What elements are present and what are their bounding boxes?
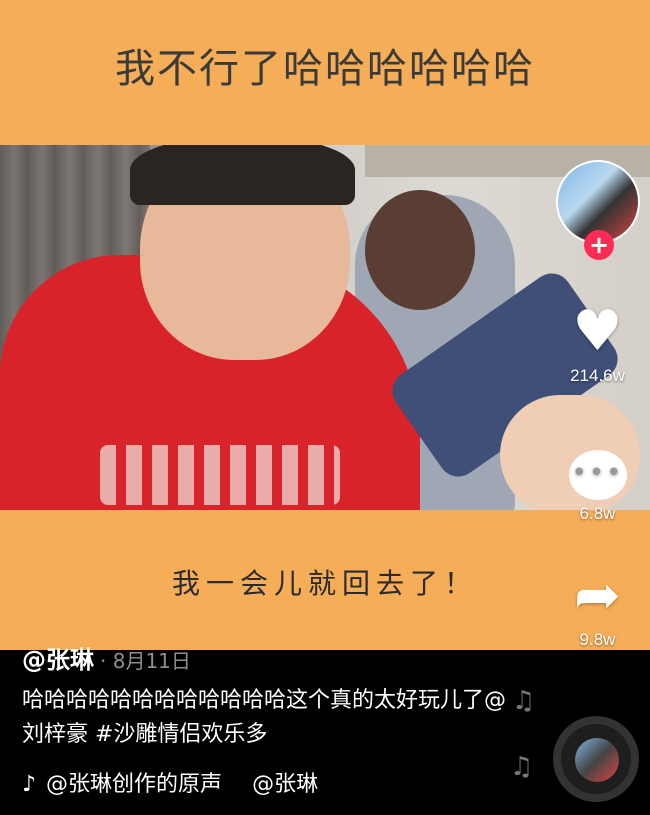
like-action[interactable]: ♥ 214.6w xyxy=(560,302,635,386)
author-line[interactable]: @张琳 · 8月11日 xyxy=(22,640,191,675)
follow-button[interactable]: + xyxy=(584,230,614,260)
like-count: 214.6w xyxy=(570,366,625,385)
share-count: 9.8w xyxy=(579,630,616,649)
video-description[interactable]: 哈哈哈哈哈哈哈哈哈哈哈哈这个真的太好玩儿了@刘梓豪 #沙雕情侣欢乐多 xyxy=(22,684,522,752)
post-date: · 8月11日 xyxy=(100,649,191,673)
music-row[interactable]: ♪ @张琳创作的原声 @张琳 xyxy=(22,766,362,798)
music-title[interactable]: @张琳创作的原声 xyxy=(46,772,222,797)
disc-cover xyxy=(575,738,619,782)
author-name[interactable]: @张琳 xyxy=(22,646,94,674)
music-disc[interactable] xyxy=(553,716,639,802)
bottom-caption: 我一会儿就回去了！ xyxy=(171,567,478,600)
shirt-print xyxy=(100,445,340,505)
comment-icon[interactable]: ••• xyxy=(560,433,635,500)
comment-bubble-icon: ••• xyxy=(568,450,627,500)
heart-icon[interactable]: ♥ xyxy=(560,302,635,362)
video-screen[interactable]: 我不行了哈哈哈哈哈哈 我一会儿就回去了！ + ♥ 214.6w ••• 6.8w… xyxy=(0,0,650,815)
music-note-icon: ♪ xyxy=(22,772,37,797)
top-caption: 我不行了哈哈哈哈哈哈 xyxy=(115,46,535,92)
comment-action[interactable]: ••• 6.8w xyxy=(560,433,635,524)
share-action[interactable]: ➦ 9.8w xyxy=(560,566,635,650)
man-hair xyxy=(130,145,355,205)
share-icon[interactable]: ➦ xyxy=(560,566,635,626)
floating-note-icon: ♫ xyxy=(512,686,536,716)
comment-count: 6.8w xyxy=(579,504,616,523)
video-frame[interactable] xyxy=(0,145,650,510)
floating-note-icon-2: ♫ xyxy=(510,752,534,782)
author-avatar[interactable]: + xyxy=(556,160,640,260)
woman-hair xyxy=(365,190,475,310)
music-author[interactable]: @张琳 xyxy=(252,772,318,797)
